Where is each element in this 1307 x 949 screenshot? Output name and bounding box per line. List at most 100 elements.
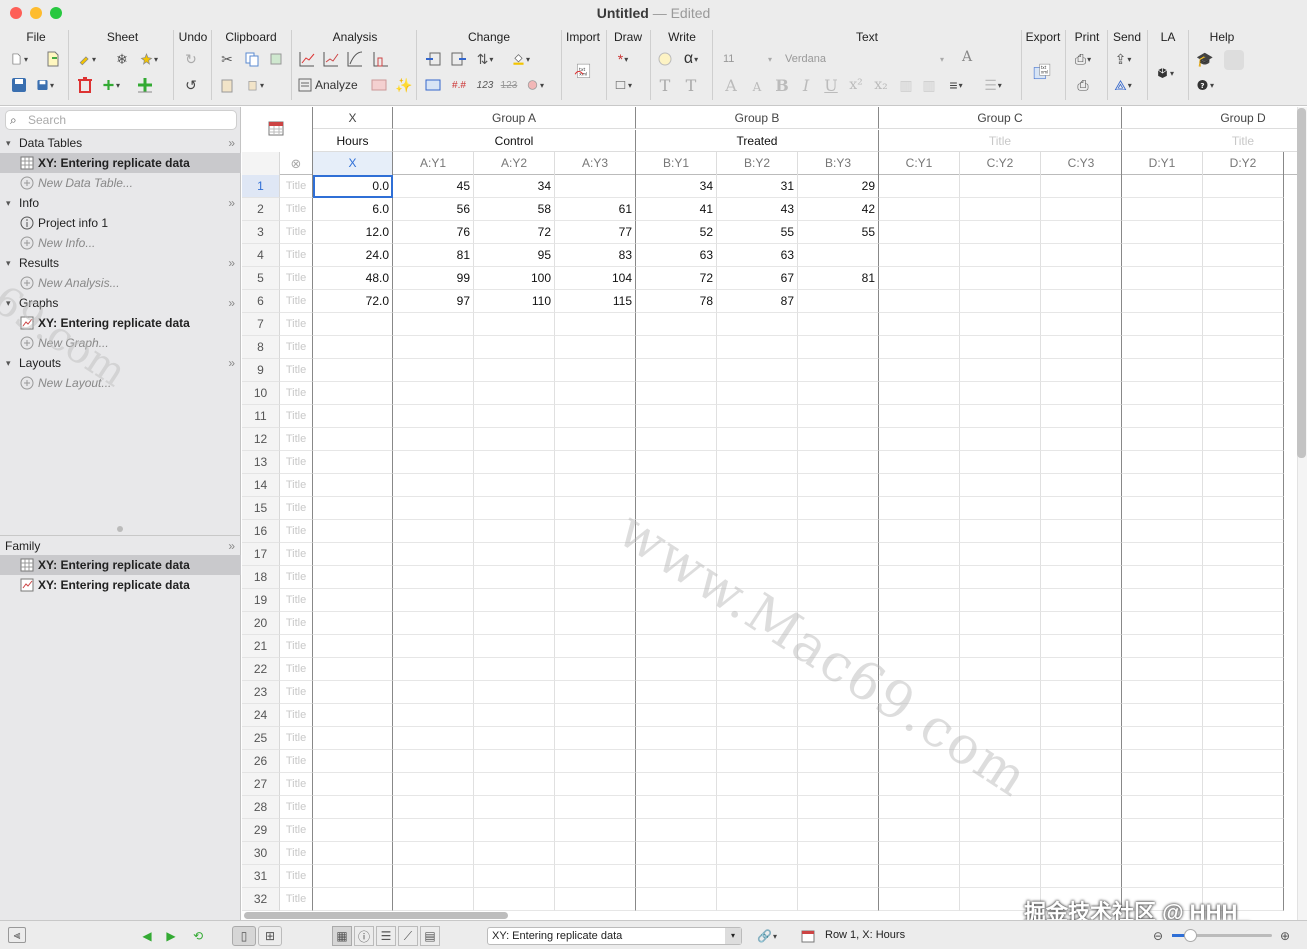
info-view-icon[interactable]: ⓘ — [354, 926, 374, 946]
y-value-cell[interactable] — [555, 842, 636, 865]
row-title-cell[interactable]: Title — [280, 520, 313, 543]
y-value-cell[interactable] — [1122, 796, 1203, 819]
row-number[interactable]: 19 — [242, 589, 280, 612]
y-value-cell[interactable] — [717, 520, 798, 543]
open-file-icon[interactable] — [44, 50, 62, 68]
table-format-icon[interactable] — [267, 119, 285, 137]
zoom-out-icon[interactable]: ⊖ — [1150, 926, 1166, 946]
y-value-cell[interactable] — [1041, 773, 1122, 796]
y-value-cell[interactable] — [393, 635, 474, 658]
row-title-cell[interactable]: Title — [280, 543, 313, 566]
y-value-cell[interactable] — [717, 313, 798, 336]
row-number[interactable]: 15 — [242, 497, 280, 520]
y-value-cell[interactable] — [798, 451, 879, 474]
y-value-cell[interactable] — [1122, 750, 1203, 773]
send-to-icon[interactable]: ⟁ ▾ — [1114, 76, 1132, 94]
y-value-cell[interactable] — [1041, 497, 1122, 520]
y-value-cell[interactable] — [474, 796, 555, 819]
y-value-cell[interactable] — [1041, 359, 1122, 382]
y-value-cell[interactable] — [555, 727, 636, 750]
y-value-cell[interactable] — [960, 336, 1041, 359]
x-value-cell[interactable] — [313, 612, 393, 635]
group-title[interactable]: Treated — [636, 130, 879, 152]
group-header[interactable]: Group B — [636, 107, 879, 129]
y-value-cell[interactable]: 45 — [393, 175, 474, 198]
y-value-cell[interactable] — [1203, 244, 1284, 267]
y-value-cell[interactable]: 87 — [717, 290, 798, 313]
y-value-cell[interactable] — [1203, 497, 1284, 520]
paste-special-icon[interactable]: ▾ — [246, 76, 264, 94]
expand-chevron-icon[interactable]: » — [228, 293, 235, 313]
y-value-cell[interactable] — [960, 635, 1041, 658]
row-title-cell[interactable]: Title — [280, 175, 313, 198]
x-value-cell[interactable] — [313, 865, 393, 888]
y-value-cell[interactable]: 41 — [636, 198, 717, 221]
column-header[interactable]: D:Y2 — [1203, 152, 1284, 175]
search-input[interactable]: ⌕ Search — [5, 110, 237, 130]
cut-icon[interactable]: ✂ — [218, 50, 236, 68]
y-value-cell[interactable]: 43 — [717, 198, 798, 221]
delete-sheet-icon[interactable] — [76, 76, 94, 94]
y-value-cell[interactable] — [1041, 635, 1122, 658]
y-value-cell[interactable] — [1203, 543, 1284, 566]
row-title-cell[interactable]: Title — [280, 635, 313, 658]
y-value-cell[interactable] — [1041, 566, 1122, 589]
y-value-cell[interactable] — [717, 819, 798, 842]
y-value-cell[interactable] — [879, 520, 960, 543]
y-value-cell[interactable] — [636, 520, 717, 543]
toggle-navigator-icon[interactable]: ⫷ — [8, 927, 26, 943]
y-value-cell[interactable] — [1122, 336, 1203, 359]
y-value-cell[interactable] — [879, 405, 960, 428]
bold-icon[interactable]: B — [773, 76, 791, 95]
y-value-cell[interactable]: 100 — [474, 267, 555, 290]
row-number[interactable]: 23 — [242, 681, 280, 704]
y-value-cell[interactable] — [798, 520, 879, 543]
row-title-cell[interactable]: Title — [280, 681, 313, 704]
column-header[interactable]: D:Y1 — [1122, 152, 1203, 175]
y-value-cell[interactable] — [1041, 704, 1122, 727]
y-value-cell[interactable] — [798, 290, 879, 313]
y-value-cell[interactable] — [1203, 336, 1284, 359]
horizontal-scroll-thumb[interactable] — [244, 912, 508, 919]
bar-graph-icon[interactable] — [372, 50, 390, 68]
y-value-cell[interactable] — [393, 497, 474, 520]
y-value-cell[interactable] — [1122, 474, 1203, 497]
column-header[interactable]: C:Y2 — [960, 152, 1041, 175]
y-value-cell[interactable] — [879, 773, 960, 796]
y-value-cell[interactable] — [555, 359, 636, 382]
y-value-cell[interactable] — [879, 474, 960, 497]
y-value-cell[interactable] — [960, 313, 1041, 336]
analyze-button[interactable]: Analyze — [298, 76, 358, 94]
y-value-cell[interactable] — [393, 612, 474, 635]
spacing-icon[interactable]: ▥ — [897, 76, 915, 94]
column-header[interactable]: C:Y1 — [879, 152, 960, 175]
y-value-cell[interactable] — [1203, 750, 1284, 773]
row-title-cell[interactable]: Title — [280, 842, 313, 865]
y-value-cell[interactable] — [393, 382, 474, 405]
sheet-selector[interactable]: XY: Entering replicate data ▾ — [487, 927, 742, 945]
x-value-cell[interactable] — [313, 796, 393, 819]
y-value-cell[interactable] — [960, 290, 1041, 313]
x-value-cell[interactable] — [313, 474, 393, 497]
y-value-cell[interactable] — [717, 727, 798, 750]
y-value-cell[interactable] — [555, 750, 636, 773]
expand-chevron-icon[interactable]: » — [228, 253, 235, 273]
y-value-cell[interactable] — [879, 681, 960, 704]
y-value-cell[interactable] — [1203, 359, 1284, 382]
x-column-header[interactable]: X — [313, 152, 393, 175]
y-value-cell[interactable] — [474, 313, 555, 336]
y-value-cell[interactable] — [717, 635, 798, 658]
y-value-cell[interactable] — [1041, 520, 1122, 543]
y-value-cell[interactable] — [879, 198, 960, 221]
y-value-cell[interactable] — [717, 428, 798, 451]
y-value-cell[interactable] — [393, 520, 474, 543]
row-title-cell[interactable]: Title — [280, 750, 313, 773]
y-value-cell[interactable] — [798, 658, 879, 681]
y-value-cell[interactable] — [474, 566, 555, 589]
row-number[interactable]: 25 — [242, 727, 280, 750]
symbol-icon[interactable]: α ▾ — [682, 50, 700, 68]
new-graph-link[interactable]: New Graph... — [0, 333, 241, 353]
previous-sheet-icon[interactable]: ◀ — [140, 926, 154, 946]
y-value-cell[interactable] — [636, 566, 717, 589]
y-value-cell[interactable] — [474, 589, 555, 612]
